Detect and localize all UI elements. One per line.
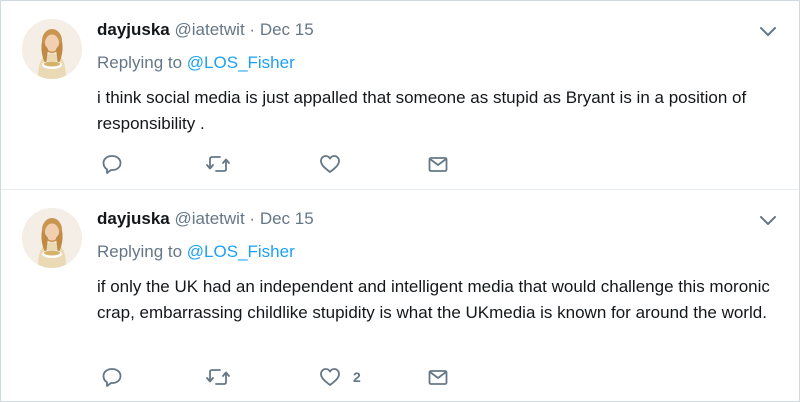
tweet-actions: 2 [101, 365, 481, 389]
replying-label: Replying to [97, 53, 183, 72]
reply-button[interactable] [101, 365, 123, 389]
tweet[interactable]: dayjuska @iatetwit · Dec 15 Replying to … [1, 190, 799, 401]
retweet-button[interactable] [205, 365, 231, 389]
like-count: 2 [353, 369, 361, 385]
avatar[interactable] [22, 19, 82, 79]
reply-icon [101, 153, 123, 175]
author-handle[interactable]: @iatetwit [175, 20, 245, 39]
separator-dot: · [249, 209, 256, 228]
author-name[interactable]: dayjuska [97, 209, 170, 228]
author-handle[interactable]: @iatetwit [175, 209, 245, 228]
replying-label: Replying to [97, 242, 183, 261]
chevron-down-icon[interactable] [759, 25, 777, 39]
reply-icon [101, 366, 123, 388]
replying-to: Replying to @LOS_Fisher [97, 53, 295, 73]
tweet-header: dayjuska @iatetwit · Dec 15 [97, 20, 314, 40]
retweet-icon [205, 366, 231, 388]
heart-icon [319, 366, 341, 388]
direct-message-button[interactable] [427, 152, 449, 176]
tweet[interactable]: dayjuska @iatetwit · Dec 15 Replying to … [1, 1, 799, 190]
heart-icon [319, 153, 341, 175]
reply-button[interactable] [101, 152, 123, 176]
envelope-icon [427, 153, 449, 175]
tweet-header: dayjuska @iatetwit · Dec 15 [97, 209, 314, 229]
tweet-date[interactable]: Dec 15 [260, 209, 314, 228]
separator-dot: · [249, 20, 256, 39]
mention-link[interactable]: @LOS_Fisher [187, 242, 295, 261]
like-button[interactable] [319, 152, 353, 176]
like-button[interactable]: 2 [319, 365, 361, 389]
replying-to: Replying to @LOS_Fisher [97, 242, 295, 262]
tweet-text: i think social media is just appalled th… [97, 88, 747, 133]
tweet-actions [101, 152, 481, 176]
author-name[interactable]: dayjuska [97, 20, 170, 39]
tweet-thread: dayjuska @iatetwit · Dec 15 Replying to … [0, 0, 800, 402]
envelope-icon [427, 366, 449, 388]
tweet-text: if only the UK had an independent and in… [97, 277, 770, 322]
direct-message-button[interactable] [427, 365, 449, 389]
tweet-date[interactable]: Dec 15 [260, 20, 314, 39]
retweet-button[interactable] [205, 152, 231, 176]
mention-link[interactable]: @LOS_Fisher [187, 53, 295, 72]
chevron-down-icon[interactable] [759, 214, 777, 228]
retweet-icon [205, 153, 231, 175]
avatar[interactable] [22, 208, 82, 268]
